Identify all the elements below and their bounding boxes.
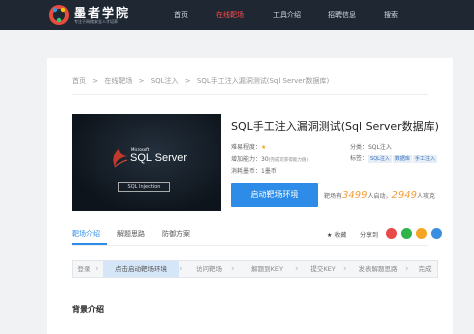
content-panel: 首页 > 在线靶场 > SQL注入 > SQL手工注入漏洞测试(Sql Serv… [47,58,453,334]
progress-steps: 登录 › 点击启动靶场环境 › 访问靶场 › 解题到KEY › 提交KEY › … [72,260,438,278]
step-arrow-icon: › [231,264,235,274]
step-arrow-icon: › [343,264,347,274]
divider [72,245,428,246]
tags-row: 标签： SQL注入 数据库 手工注入 [350,153,438,163]
step-arrow-icon: › [95,264,99,274]
ability-note: (完成可获得能力值) [268,158,309,163]
tab-solution-ideas[interactable]: 解题思路 [117,229,145,239]
favorite-label: 收藏 [334,232,347,239]
course-title: SQL手工注入漏洞测试(Sql Server数据库) [231,120,439,133]
tags-label: 标签： [350,155,369,162]
step-start-range: 点击启动靶场环境 [103,261,179,277]
qq-icon[interactable] [431,228,442,239]
qzone-icon[interactable] [416,228,427,239]
start-range-button[interactable]: 启动靶场环境 [231,183,318,207]
step-submit-key: 提交KEY [310,265,336,273]
coin-cost: 消耗墨币：1墨币 [231,168,277,175]
sql-server-logo-icon [113,149,128,168]
step-arrow-icon: › [295,264,299,274]
step-login: 登录 [77,265,91,273]
started-text: 人启动， [367,193,392,200]
step-post-solution: 发表解题思路 [358,265,398,273]
nav-search[interactable]: 搜索 [376,0,406,30]
logo-icon[interactable] [48,4,70,26]
breadcrumb-home[interactable]: 首页 [72,77,86,85]
divider [72,94,428,95]
cover-tag: SQL Injection [118,182,170,192]
nav-jobs[interactable]: 招聘信息 [320,0,364,30]
nav-online-range[interactable]: 在线靶场 [210,0,250,30]
difficulty-label: 难易程度： [231,144,262,151]
breadcrumb-separator: > [138,77,145,85]
breadcrumb-separator: > [92,77,99,85]
step-find-key: 解题到KEY [251,265,283,273]
stats-prefix: 靶场有 [324,193,343,200]
share-label: 分享到 [360,232,379,239]
started-count: 3499 [342,190,368,201]
course-cover-image: Microsoft SQL Server SQL Injection [72,114,221,211]
tab-defense[interactable]: 防御方案 [162,229,190,239]
tag-manual-injection[interactable]: 手工注入 [412,155,437,163]
weibo-icon[interactable] [386,228,397,239]
category: 分类：SQL注入 [350,144,392,151]
section-title: 背景介绍 [72,305,104,314]
favorite-button[interactable]: ★ 收藏 [327,230,346,239]
tag-database[interactable]: 数据库 [392,155,412,163]
step-complete: 完成 [418,265,432,273]
active-tab-indicator [72,243,107,245]
breadcrumb-current: SQL手工注入漏洞测试(Sql Server数据库) [196,77,330,85]
wechat-icon[interactable] [401,228,412,239]
range-stats: 靶场有3499人启动，2949人攻克 [324,190,435,201]
star-outline-icon: ★ [327,232,333,239]
nav-home[interactable]: 首页 [164,0,198,30]
step-arrow-icon: › [405,264,409,274]
tab-range-intro[interactable]: 靶场介绍 [72,229,100,239]
top-header: 墨者学院 专注于网络安全人才培养 首页 在线靶场 工具介绍 招聘信息 搜索 [0,0,474,30]
breadcrumb-sql-injection[interactable]: SQL注入 [151,77,179,85]
passed-count: 2949 [391,190,417,201]
step-visit-range: 访问靶场 [196,265,222,273]
nav-tools[interactable]: 工具介绍 [265,0,309,30]
ability-label: 增加能力：30 [231,156,269,163]
star-icon: ★ [261,144,267,151]
passed-text: 人攻克 [416,193,435,200]
step-arrow-icon: › [179,264,183,274]
breadcrumb: 首页 > 在线靶场 > SQL注入 > SQL手工注入漏洞测试(Sql Serv… [72,76,333,86]
logo-subtitle: 专注于网络安全人才培养 [74,19,118,24]
tag-sql-injection[interactable]: SQL注入 [368,155,392,163]
breadcrumb-online-range[interactable]: 在线靶场 [104,77,132,85]
ability-bonus: 增加能力：30(完成可获得能力值) [231,154,308,163]
breadcrumb-separator: > [184,77,191,85]
cover-title: SQL Server [130,152,188,164]
difficulty: 难易程度：★ [231,142,266,151]
